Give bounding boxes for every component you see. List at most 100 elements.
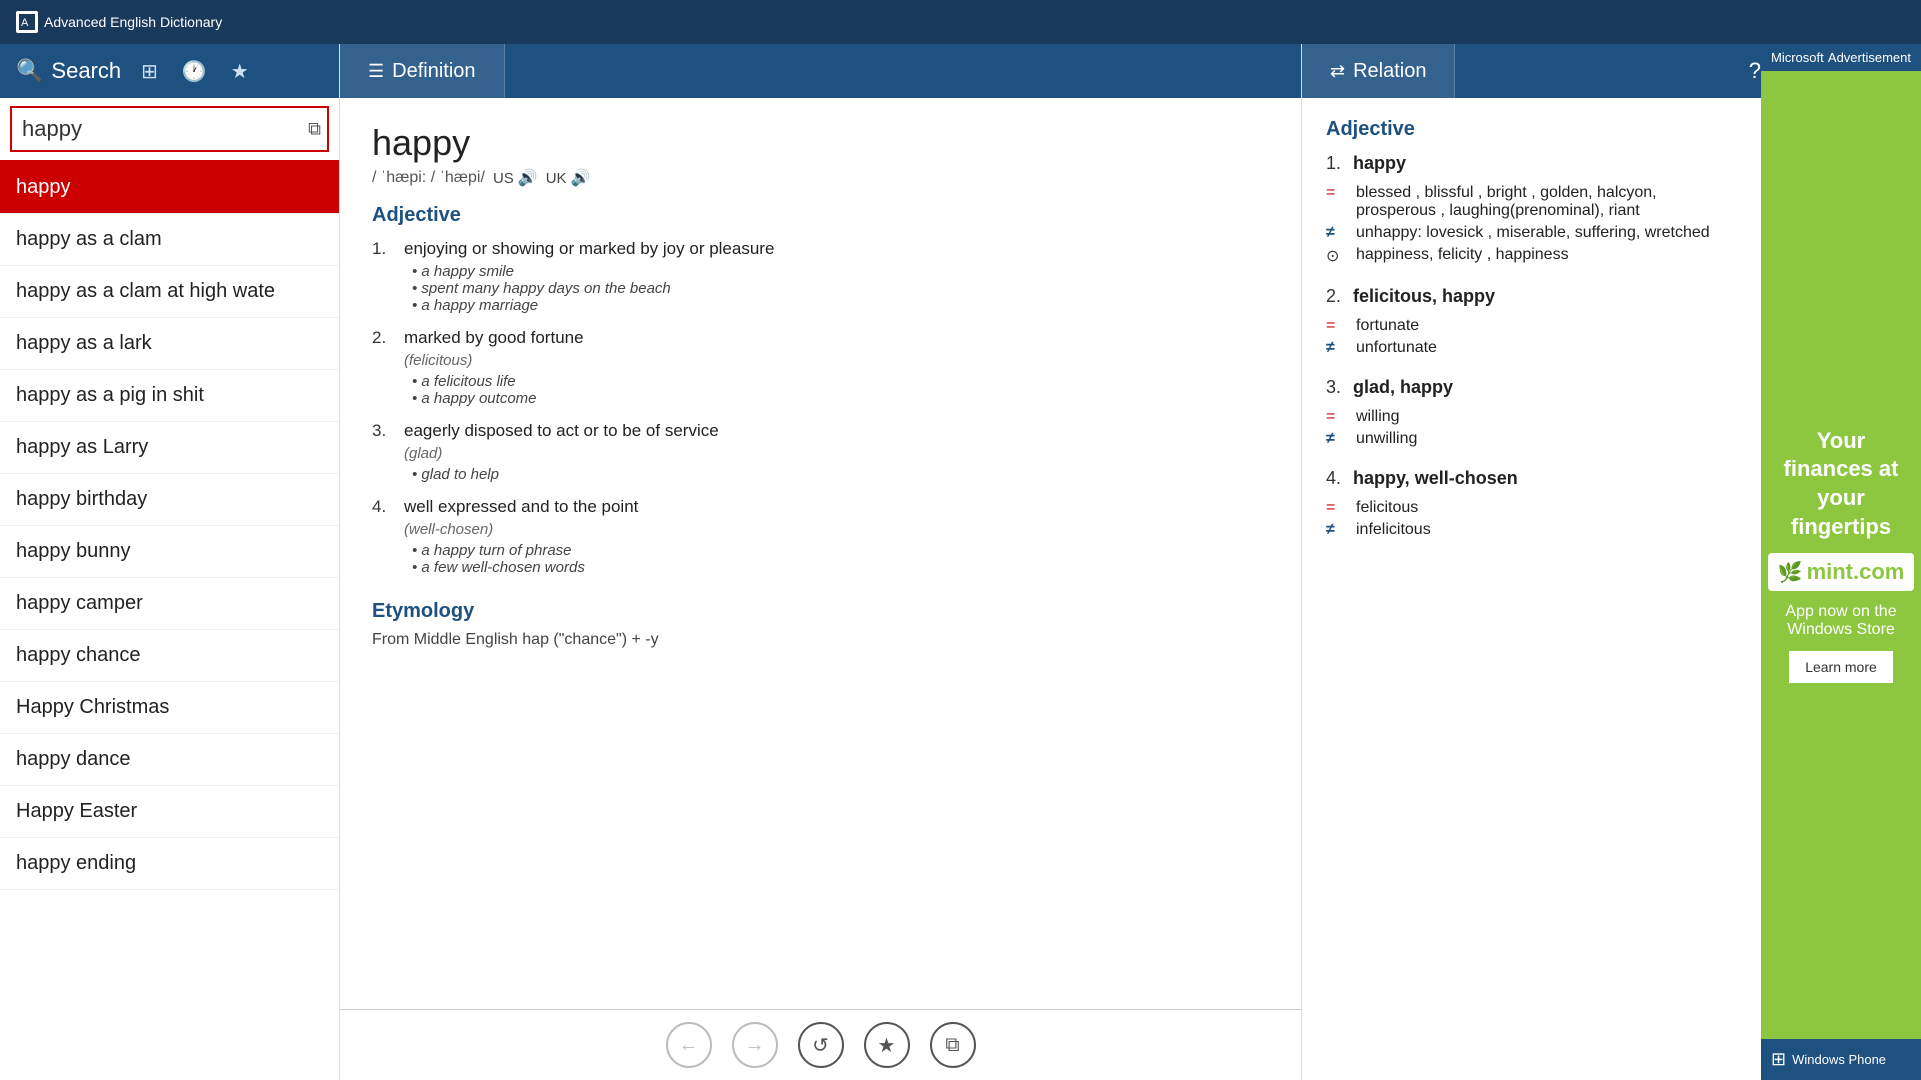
- center-panel: ☰ Definition happy / ˈhæpi: / ˈhæpi/ US …: [340, 44, 1301, 1080]
- rel-notequals-words-4: infelicitous: [1356, 521, 1431, 539]
- list-item[interactable]: happy as Larry: [0, 422, 339, 474]
- def-example-4-2: • a few well-chosen words: [412, 559, 1269, 576]
- rel-row-3-notequals: ≠ unwilling: [1326, 430, 1737, 448]
- rel-row-4-notequals: ≠ infelicitous: [1326, 521, 1737, 539]
- search-nav-label[interactable]: 🔍 Search: [16, 58, 121, 84]
- part-of-speech-label: Adjective: [372, 204, 1269, 227]
- microsoft-label: Microsoft: [1771, 50, 1824, 65]
- pron-uk[interactable]: UK 🔊: [546, 168, 591, 188]
- ad-logo: 🌿 mint.com: [1768, 553, 1915, 591]
- def-example-1-2: • spent many happy days on the beach: [412, 280, 1269, 297]
- definition-list: 1. enjoying or showing or marked by joy …: [372, 239, 1269, 576]
- tab-definition[interactable]: ☰ Definition: [340, 44, 505, 98]
- app-title: Advanced English Dictionary: [44, 14, 222, 30]
- search-icon: 🔍: [16, 58, 43, 84]
- help-button[interactable]: ?: [1749, 58, 1761, 84]
- rel-row-2-equals: = fortunate: [1326, 317, 1737, 335]
- pron-us[interactable]: US 🔊: [493, 168, 538, 188]
- rel-notequals-words-3: unwilling: [1356, 430, 1417, 448]
- ad-header: Microsoft Advertisement: [1761, 44, 1921, 71]
- def-example-1-1: • a happy smile: [412, 263, 1269, 280]
- uk-sound-icon[interactable]: 🔊: [571, 168, 591, 188]
- etymology-title: Etymology: [372, 600, 1269, 623]
- def-num-1: 1.: [372, 239, 392, 314]
- paste-icon: ⧉: [308, 119, 321, 140]
- bottom-nav: ← → ↺ ★ ⧉: [340, 1009, 1301, 1080]
- tab-relation[interactable]: ⇄ Relation: [1302, 44, 1455, 98]
- definition-item-4: 4. well expressed and to the point (well…: [372, 497, 1269, 576]
- relation-group-2: 2. felicitous, happy = fortunate ≠ unfor…: [1326, 286, 1737, 357]
- list-item[interactable]: happy chance: [0, 630, 339, 682]
- advertisement-label: Advertisement: [1828, 50, 1911, 65]
- list-item[interactable]: happy ending: [0, 838, 339, 890]
- list-item[interactable]: happy camper: [0, 578, 339, 630]
- pron-uk-label: UK: [546, 170, 567, 187]
- list-item[interactable]: happy bunny: [0, 526, 339, 578]
- nav-back-button[interactable]: ←: [666, 1022, 712, 1068]
- list-item[interactable]: happy as a clam at high wate: [0, 266, 339, 318]
- list-item[interactable]: happy as a pig in shit: [0, 370, 339, 422]
- notequals-symbol-4: ≠: [1326, 521, 1346, 539]
- rel-num-1: 1.: [1326, 153, 1341, 180]
- top-header: A Advanced English Dictionary: [0, 0, 1921, 44]
- nav-forward-button[interactable]: →: [732, 1022, 778, 1068]
- us-sound-icon[interactable]: 🔊: [518, 168, 538, 188]
- word-pronunciation: / ˈhæpi: / ˈhæpi/ US 🔊 UK 🔊: [372, 168, 1269, 188]
- nav-star-button[interactable]: ★: [864, 1022, 910, 1068]
- list-item[interactable]: happy as a lark: [0, 318, 339, 370]
- app-logo: A Advanced English Dictionary: [16, 11, 222, 33]
- etymology-section: Etymology From Middle English hap ("chan…: [372, 600, 1269, 649]
- notequals-symbol-2: ≠: [1326, 339, 1346, 357]
- equals-symbol-2: =: [1326, 317, 1346, 335]
- relation-tab-icon: ⇄: [1330, 61, 1345, 82]
- nav-copy-button[interactable]: ⧉: [930, 1022, 976, 1068]
- list-item[interactable]: Happy Easter: [0, 786, 339, 838]
- equals-symbol-1: =: [1326, 184, 1346, 202]
- def-text-1: enjoying or showing or marked by joy or …: [404, 239, 1269, 259]
- relation-group-4: 4. happy, well-chosen = felicitous ≠ inf…: [1326, 468, 1737, 539]
- def-body-4: well expressed and to the point (well-ch…: [404, 497, 1269, 576]
- sidebar: 🔍 Search ⊞ 🕐 ★ ⧉ happy happy as a clam h…: [0, 44, 340, 1080]
- rel-notequals-words-2: unfortunate: [1356, 339, 1437, 357]
- nav-refresh-button[interactable]: ↺: [798, 1022, 844, 1068]
- definition-item-2: 2. marked by good fortune (felicitous) •…: [372, 328, 1269, 407]
- def-qualifier-3: (glad): [404, 445, 1269, 462]
- list-item[interactable]: happy dance: [0, 734, 339, 786]
- def-example-1-3: • a happy marriage: [412, 297, 1269, 314]
- rel-circle-words-1: happiness, felicity , happiness: [1356, 246, 1569, 264]
- def-text-2: marked by good fortune: [404, 328, 1269, 348]
- relation-tab-bar: ⇄ Relation ?: [1302, 44, 1761, 98]
- rel-group-1-header: 1. happy: [1326, 153, 1737, 180]
- def-example-2-2: • a happy outcome: [412, 390, 1269, 407]
- def-text-3: eagerly disposed to act or to be of serv…: [404, 421, 1269, 441]
- rel-row-4-equals: = felicitous: [1326, 499, 1737, 517]
- equals-symbol-3: =: [1326, 408, 1346, 426]
- history-icon-btn[interactable]: 🕐: [178, 55, 211, 88]
- notequals-symbol-3: ≠: [1326, 430, 1346, 448]
- definition-tab-icon: ☰: [368, 61, 384, 82]
- def-qualifier-4: (well-chosen): [404, 521, 1269, 538]
- def-text-4: well expressed and to the point: [404, 497, 1269, 517]
- notequals-symbol-1: ≠: [1326, 224, 1346, 242]
- ad-headline: Your finances at your fingertips: [1773, 427, 1909, 541]
- mint-logo-text: mint.com: [1807, 559, 1905, 585]
- rel-group-4-header: 4. happy, well-chosen: [1326, 468, 1737, 495]
- list-item[interactable]: happy birthday: [0, 474, 339, 526]
- rel-row-2-notequals: ≠ unfortunate: [1326, 339, 1737, 357]
- rel-head-3: glad, happy: [1353, 377, 1453, 398]
- rel-num-4: 4.: [1326, 468, 1341, 495]
- ad-body: Your finances at your fingertips 🌿 mint.…: [1761, 71, 1921, 1039]
- app-logo-icon: A: [16, 11, 38, 33]
- def-body-1: enjoying or showing or marked by joy or …: [404, 239, 1269, 314]
- favorites-icon-btn[interactable]: ★: [227, 55, 253, 88]
- rel-row-1-circle: ⊙ happiness, felicity , happiness: [1326, 246, 1737, 266]
- rel-row-1-notequals: ≠ unhappy: lovesick , miserable, sufferi…: [1326, 224, 1737, 242]
- learn-more-button[interactable]: Learn more: [1789, 651, 1893, 683]
- list-item[interactable]: happy: [0, 162, 339, 214]
- rel-equals-words-3: willing: [1356, 408, 1400, 426]
- search-box-container: ⧉: [0, 98, 339, 162]
- calculator-icon-btn[interactable]: ⊞: [137, 55, 162, 88]
- list-item[interactable]: happy as a clam: [0, 214, 339, 266]
- list-item[interactable]: Happy Christmas: [0, 682, 339, 734]
- search-input[interactable]: [10, 106, 329, 152]
